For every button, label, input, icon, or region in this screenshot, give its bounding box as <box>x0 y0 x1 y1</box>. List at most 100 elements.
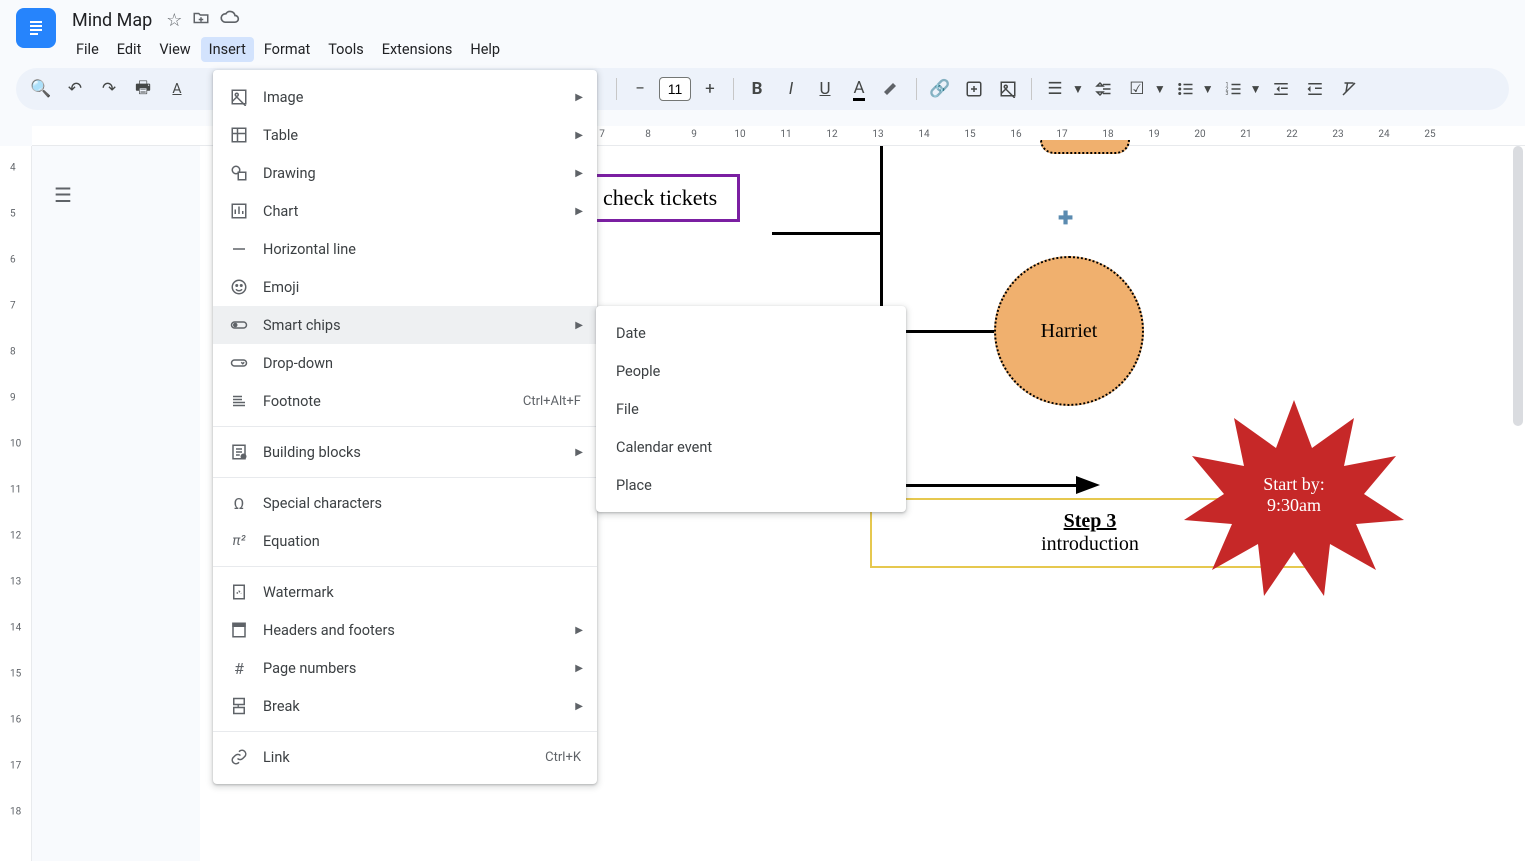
svg-text:3: 3 <box>1225 91 1228 97</box>
menu-item-emoji[interactable]: Emoji <box>213 268 597 306</box>
headers-icon <box>229 621 249 639</box>
submenu-item-place[interactable]: Place <box>596 466 906 504</box>
bulleted-list-icon[interactable] <box>1170 74 1200 104</box>
chevron-right-icon: ▶ <box>575 92 583 103</box>
watermark-icon <box>229 583 249 601</box>
break-icon <box>229 697 249 715</box>
vertical-scrollbar[interactable] <box>1511 146 1525 849</box>
menu-extensions[interactable]: Extensions <box>374 37 461 62</box>
align-icon[interactable]: ☰ <box>1040 74 1070 104</box>
menu-item-table[interactable]: Table▶ <box>213 116 597 154</box>
increase-indent-icon[interactable] <box>1300 74 1330 104</box>
dropdown-icon <box>229 354 249 372</box>
shape-partial-circle <box>1040 140 1130 154</box>
menu-item-footnote[interactable]: FootnoteCtrl+Alt+F <box>213 382 597 420</box>
drawing-cursor-icon: ✚ <box>1058 208 1073 229</box>
menu-item-chart[interactable]: Chart▶ <box>213 192 597 230</box>
chevron-right-icon: ▶ <box>575 701 583 712</box>
menu-view[interactable]: View <box>151 37 198 62</box>
menu-item-smart-chips[interactable]: Smart chips▶ <box>213 306 597 344</box>
connector-line <box>880 484 1086 487</box>
text-color-icon[interactable]: A <box>844 74 874 104</box>
checklist-icon[interactable]: ☑ <box>1122 74 1152 104</box>
image-icon <box>229 88 249 106</box>
footnote-icon <box>229 392 249 410</box>
menu-help[interactable]: Help <box>462 37 508 62</box>
docs-logo[interactable] <box>16 8 56 48</box>
line-spacing-icon[interactable] <box>1088 74 1118 104</box>
hash-icon: # <box>229 659 249 678</box>
print-icon[interactable]: 🖶 <box>128 74 158 104</box>
bold-icon[interactable]: B <box>742 74 772 104</box>
smart-chips-submenu: DatePeopleFileCalendar eventPlace <box>596 306 906 512</box>
font-size-increase[interactable]: + <box>695 74 725 104</box>
chart-icon <box>229 202 249 220</box>
spellcheck-icon[interactable]: A <box>162 74 192 104</box>
pi-icon: π² <box>229 533 249 549</box>
menu-tools[interactable]: Tools <box>320 37 372 62</box>
star-icon[interactable]: ☆ <box>166 10 182 31</box>
outline-toggle-icon[interactable]: ☰ <box>48 180 78 210</box>
drawing-icon <box>229 164 249 182</box>
chevron-right-icon: ▶ <box>575 625 583 636</box>
search-icon[interactable]: 🔍 <box>26 74 56 104</box>
menu-insert[interactable]: Insert <box>201 37 254 62</box>
menu-item-link[interactable]: LinkCtrl+K <box>213 738 597 776</box>
menu-item-drop-down[interactable]: Drop-down <box>213 344 597 382</box>
chevron-right-icon: ▶ <box>575 206 583 217</box>
submenu-item-calendar-event[interactable]: Calendar event <box>596 428 906 466</box>
numbered-list-icon[interactable]: 123 <box>1218 74 1248 104</box>
chevron-right-icon: ▶ <box>575 168 583 179</box>
highlight-icon[interactable] <box>878 74 908 104</box>
shape-starburst[interactable]: Start by: 9:30am <box>1184 400 1404 605</box>
menu-item-watermark[interactable]: Watermark <box>213 573 597 611</box>
vertical-ruler[interactable]: 456789101112131415161718 <box>0 146 32 861</box>
redo-icon[interactable]: ↷ <box>94 74 124 104</box>
menu-item-image[interactable]: Image▶ <box>213 78 597 116</box>
menu-item-special-characters[interactable]: ΩSpecial characters <box>213 484 597 522</box>
font-size-input[interactable] <box>659 77 691 101</box>
menu-item-break[interactable]: Break▶ <box>213 687 597 725</box>
menu-item-horizontal-line[interactable]: Horizontal line <box>213 230 597 268</box>
menu-item-page-numbers[interactable]: #Page numbers▶ <box>213 649 597 687</box>
insert-image-icon[interactable] <box>993 74 1023 104</box>
chevron-right-icon: ▶ <box>575 447 583 458</box>
clear-formatting-icon[interactable] <box>1334 74 1364 104</box>
menu-item-headers-and-footers[interactable]: Headers and footers▶ <box>213 611 597 649</box>
insert-link-icon[interactable]: 🔗 <box>925 74 955 104</box>
cloud-status-icon[interactable] <box>220 10 240 31</box>
shape-harriet-circle[interactable]: Harriet <box>994 256 1144 406</box>
app-header: Mind Map ☆ File Edit View Insert Format … <box>0 0 1525 62</box>
table-icon <box>229 126 249 144</box>
omega-icon: Ω <box>229 494 249 513</box>
hline-icon <box>229 240 249 258</box>
menu-item-drawing[interactable]: Drawing▶ <box>213 154 597 192</box>
connector-line <box>772 232 882 235</box>
submenu-item-people[interactable]: People <box>596 352 906 390</box>
underline-icon[interactable]: U <box>810 74 840 104</box>
menu-format[interactable]: Format <box>256 37 318 62</box>
decrease-indent-icon[interactable] <box>1266 74 1296 104</box>
menu-item-building-blocks[interactable]: Building blocks▶ <box>213 433 597 471</box>
link-icon <box>229 748 249 766</box>
font-size-decrease[interactable]: − <box>625 74 655 104</box>
italic-icon[interactable]: I <box>776 74 806 104</box>
chevron-right-icon: ▶ <box>575 130 583 141</box>
emoji-icon <box>229 278 249 296</box>
submenu-item-file[interactable]: File <box>596 390 906 428</box>
shape-check-tickets[interactable]: check tickets <box>580 174 740 222</box>
scrollbar-thumb[interactable] <box>1513 146 1523 426</box>
insert-menu-dropdown: Image▶Table▶Drawing▶Chart▶Horizontal lin… <box>213 70 597 784</box>
add-comment-icon[interactable] <box>959 74 989 104</box>
menu-item-equation[interactable]: π²Equation <box>213 522 597 560</box>
menu-file[interactable]: File <box>68 37 107 62</box>
submenu-item-date[interactable]: Date <box>596 314 906 352</box>
chevron-right-icon: ▶ <box>575 320 583 331</box>
move-icon[interactable] <box>192 9 210 32</box>
chevron-right-icon: ▶ <box>575 663 583 674</box>
undo-icon[interactable]: ↶ <box>60 74 90 104</box>
document-title[interactable]: Mind Map <box>68 8 156 33</box>
menubar: File Edit View Insert Format Tools Exten… <box>68 37 508 62</box>
menu-edit[interactable]: Edit <box>109 37 150 62</box>
chips-icon <box>229 316 249 334</box>
